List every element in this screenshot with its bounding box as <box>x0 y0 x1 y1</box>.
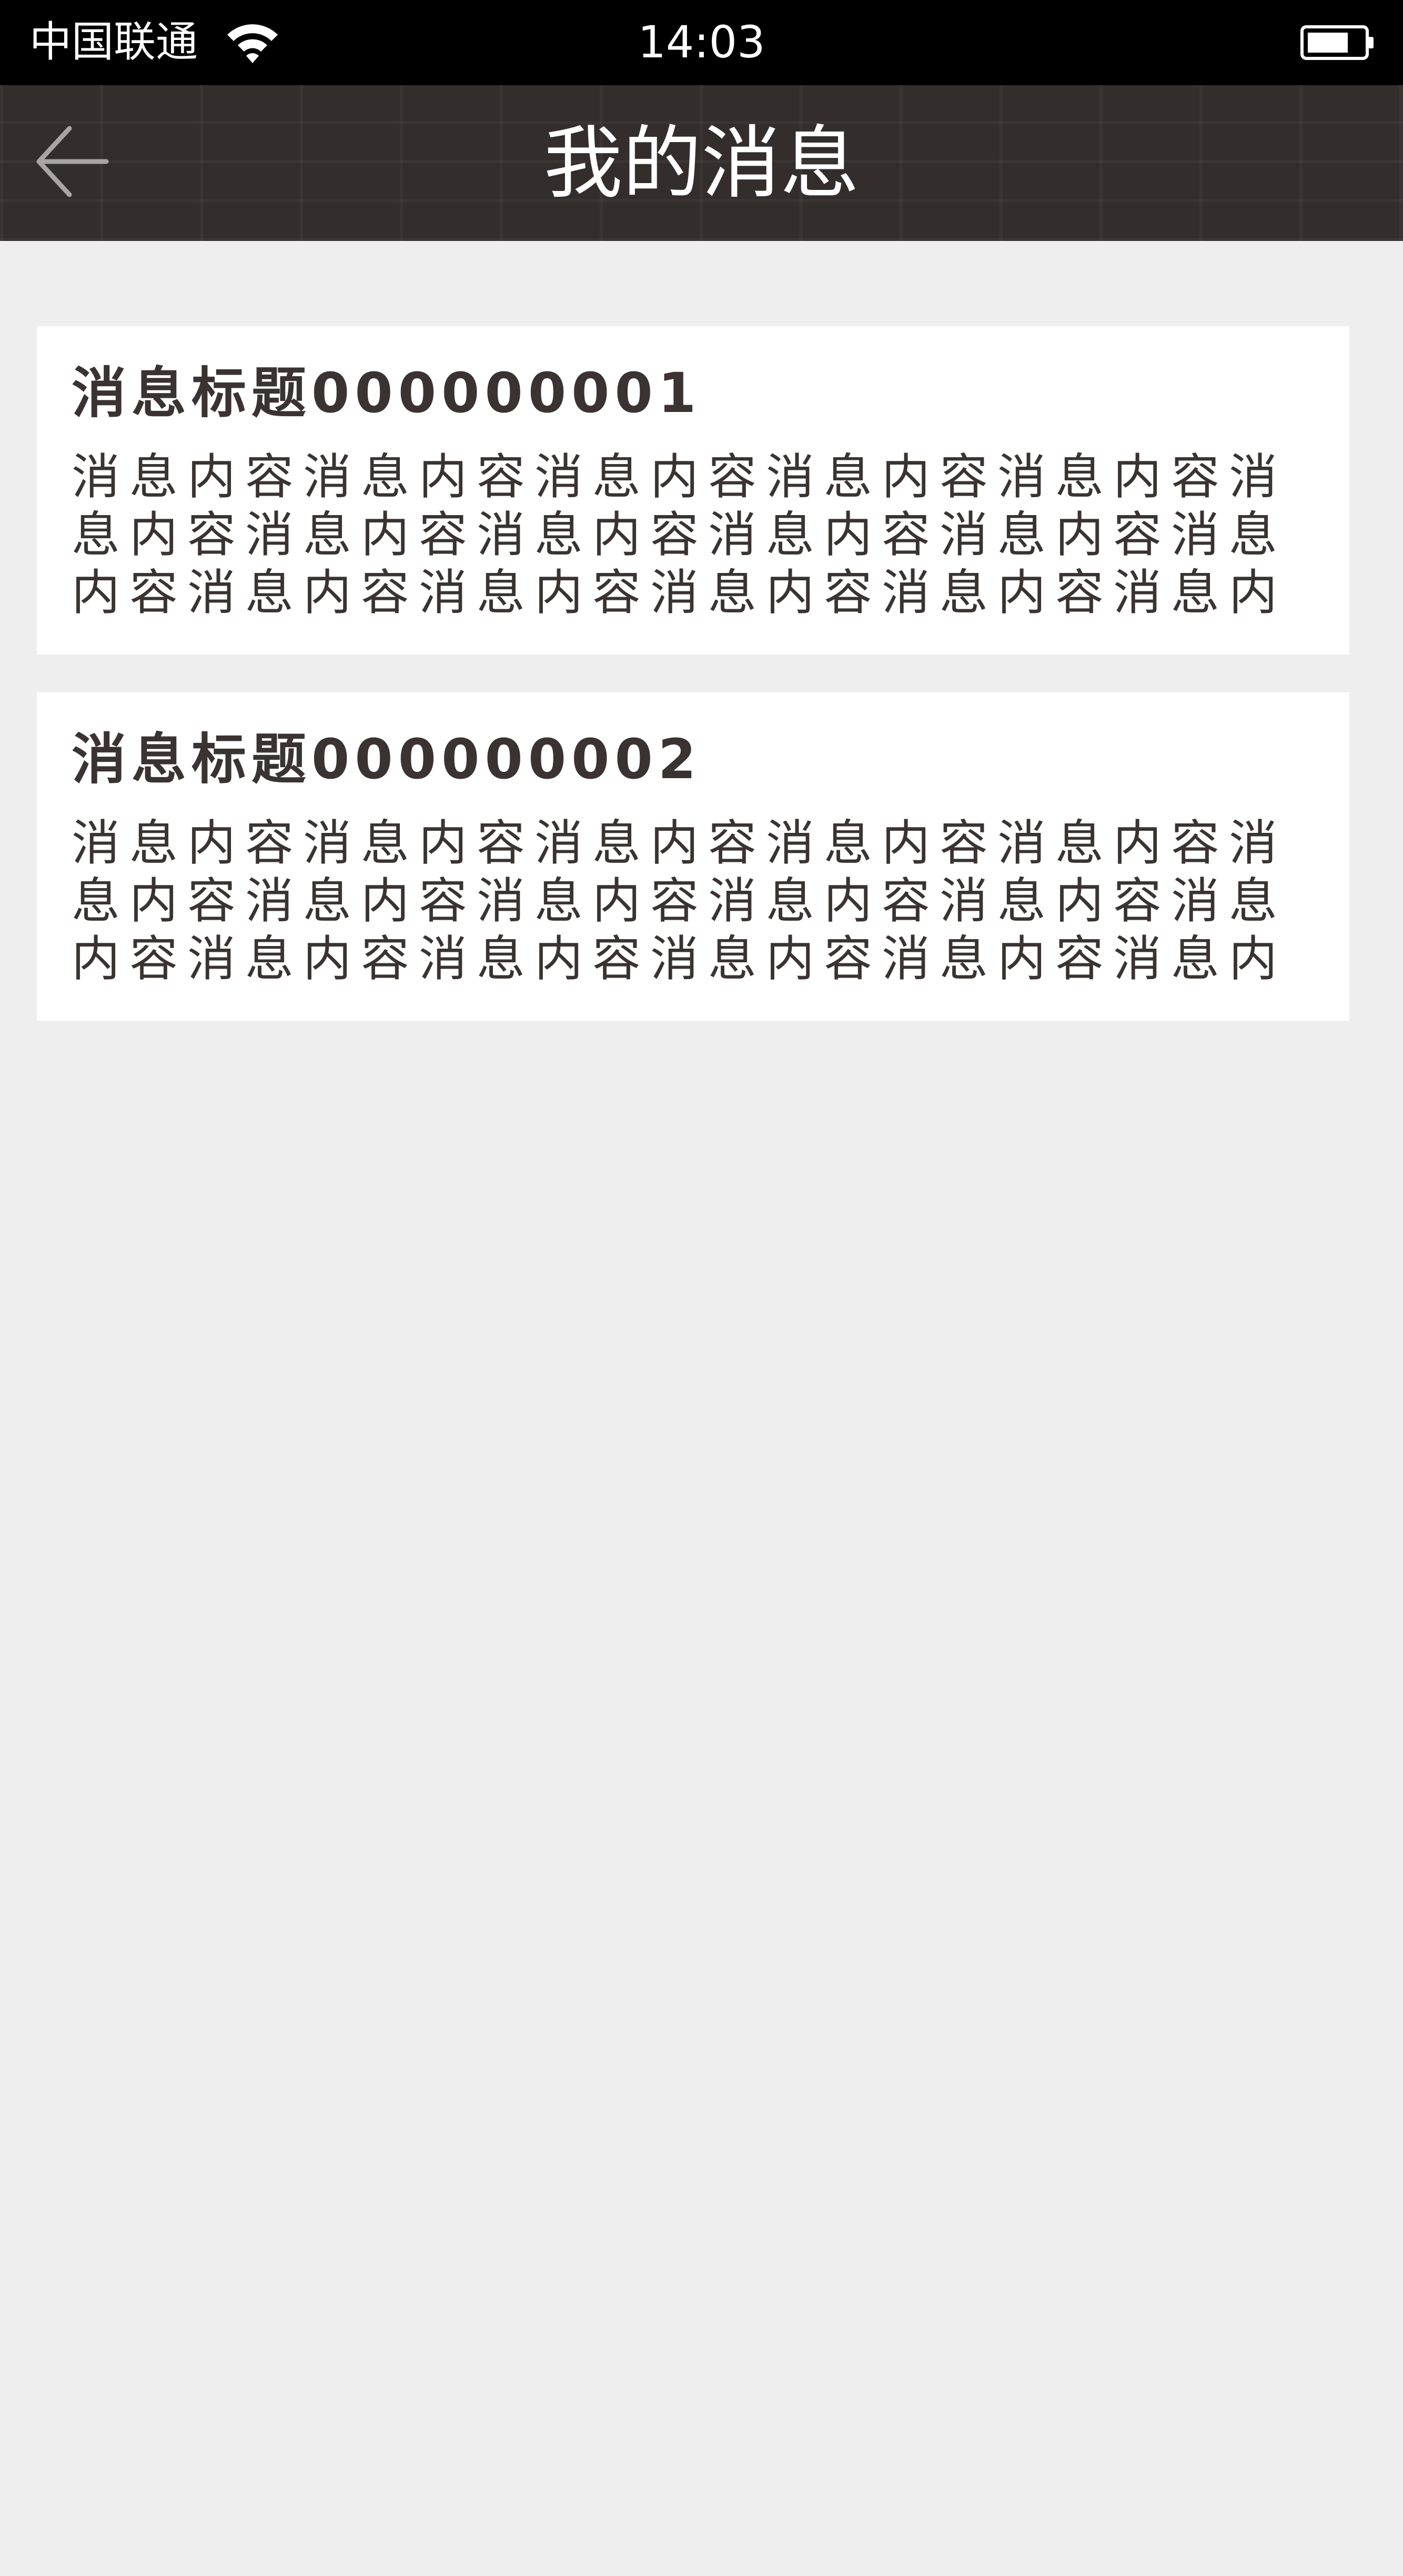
message-preview: 消息内容消息内容消息内容消息内容消息内容消息内容消息内容消息内容消息内容消息内容… <box>72 449 1287 621</box>
message-item[interactable]: 消息标题000000001 消息内容消息内容消息内容消息内容消息内容消息内容消息… <box>37 326 1349 655</box>
message-item[interactable]: 消息标题000000002 消息内容消息内容消息内容消息内容消息内容消息内容消息… <box>37 692 1349 1021</box>
page-title: 我的消息 <box>543 118 860 209</box>
status-bar: 中国联通 14:03 <box>0 0 1403 85</box>
status-time: 14:03 <box>638 16 765 68</box>
message-title: 消息标题000000001 <box>72 361 702 425</box>
message-title: 消息标题000000002 <box>72 727 702 791</box>
message-list: 消息标题000000001 消息内容消息内容消息内容消息内容消息内容消息内容消息… <box>37 326 1349 1059</box>
battery-icon <box>1300 25 1375 60</box>
navigation-bar: 我的消息 <box>0 85 1403 241</box>
message-preview: 消息内容消息内容消息内容消息内容消息内容消息内容消息内容消息内容消息内容消息内容… <box>72 815 1287 987</box>
